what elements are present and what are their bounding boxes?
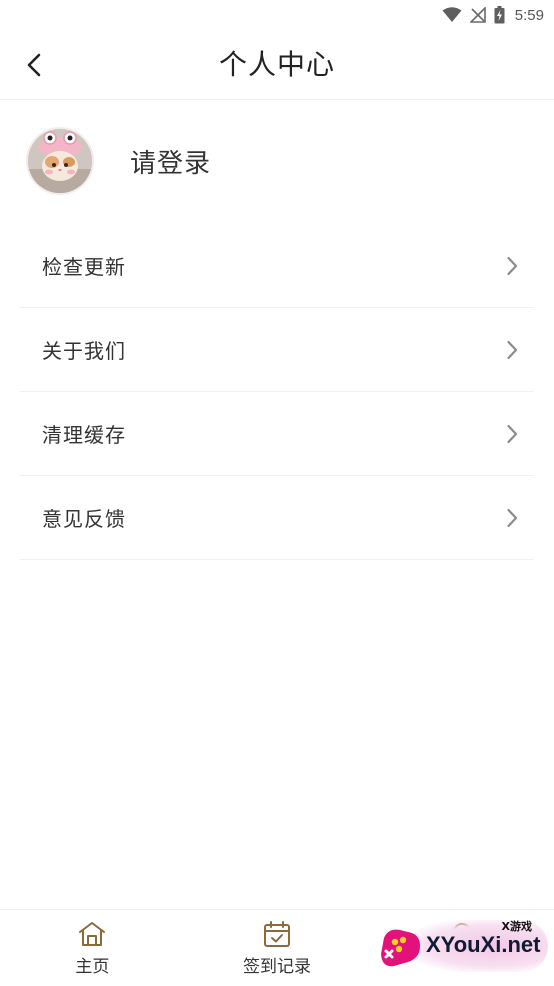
- menu-item-label: 检查更新: [42, 255, 126, 279]
- settings-menu: 检查更新 关于我们 清理缓存 意见反馈: [20, 224, 534, 560]
- menu-item-label: 清理缓存: [42, 423, 126, 447]
- menu-item-about-us[interactable]: 关于我们: [20, 308, 534, 392]
- chevron-right-icon: [506, 508, 518, 528]
- nav-label: 主页: [75, 957, 110, 977]
- wifi-icon: [442, 7, 462, 23]
- calendar-check-icon: [264, 921, 290, 947]
- nav-item-home[interactable]: 主页: [0, 910, 185, 986]
- page-title: 个人中心: [218, 48, 335, 81]
- chevron-right-icon: [506, 424, 518, 444]
- menu-item-label: 关于我们: [42, 339, 126, 363]
- nav-label: 签到记录: [243, 957, 311, 977]
- menu-item-feedback[interactable]: 意见反馈: [20, 476, 534, 560]
- cat-avatar-icon: [28, 129, 92, 193]
- menu-item-label: 意见反馈: [42, 507, 126, 531]
- nav-item-checkin-record[interactable]: 签到记录: [185, 910, 370, 986]
- header: 个人中心: [0, 30, 554, 100]
- watermark-text: XYouXi.net: [426, 932, 541, 957]
- status-time: 5:59: [514, 6, 544, 24]
- home-icon: [79, 922, 106, 946]
- menu-item-check-update[interactable]: 检查更新: [20, 224, 534, 308]
- login-prompt[interactable]: 请登录: [130, 143, 211, 180]
- gamepad-logo-icon: [381, 929, 420, 967]
- screen: 5:59 个人中心 请登录 检查更新 关于我们 清理缓存 意见反馈 主页 签到记…: [0, 0, 554, 986]
- signal-icon: [469, 7, 486, 23]
- chevron-right-icon: [506, 340, 518, 360]
- login-row[interactable]: 请登录: [26, 125, 534, 197]
- status-bar: 5:59: [0, 0, 554, 30]
- battery-icon: [494, 6, 505, 24]
- avatar[interactable]: [26, 127, 94, 195]
- chevron-right-icon: [506, 256, 518, 276]
- menu-item-clear-cache[interactable]: 清理缓存: [20, 392, 534, 476]
- watermark: X游戏 XYouXi.net: [378, 918, 548, 974]
